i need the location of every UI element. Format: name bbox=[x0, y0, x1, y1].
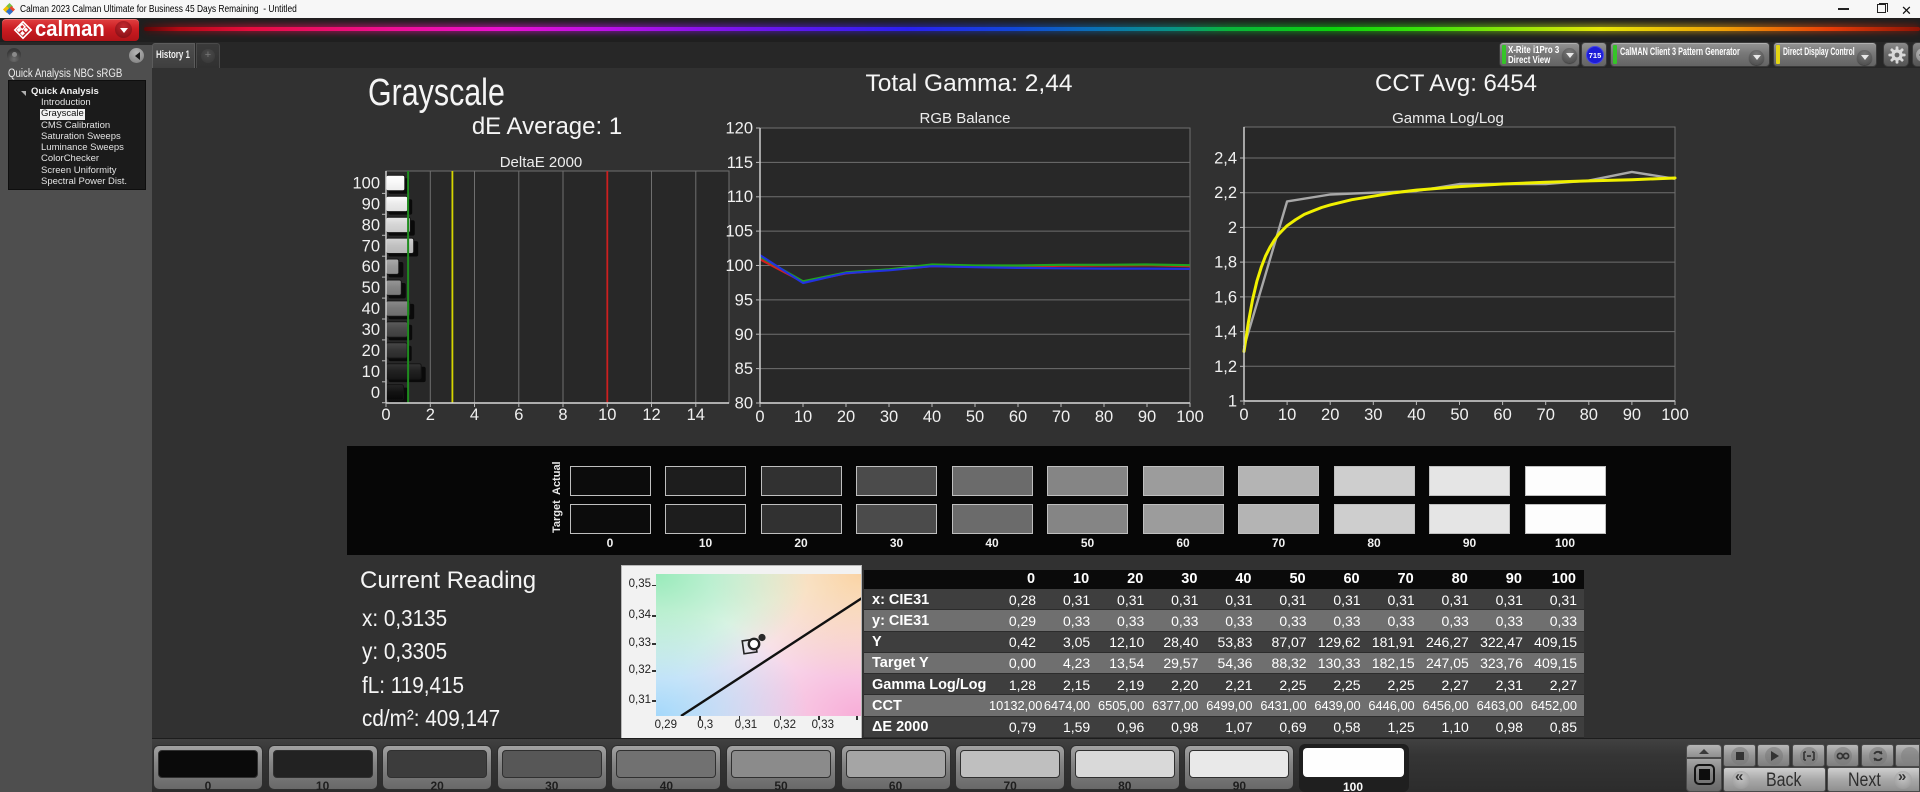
svg-text:100: 100 bbox=[352, 175, 380, 193]
svg-text:40: 40 bbox=[1407, 406, 1425, 424]
svg-text:80: 80 bbox=[1580, 406, 1598, 424]
svg-text:115: 115 bbox=[727, 154, 753, 172]
svg-text:105: 105 bbox=[725, 223, 753, 241]
svg-text:30: 30 bbox=[880, 408, 898, 426]
svg-text:1,6: 1,6 bbox=[1214, 288, 1237, 306]
svg-text:1: 1 bbox=[1228, 393, 1237, 411]
svg-text:4: 4 bbox=[470, 406, 479, 424]
svg-text:2: 2 bbox=[1228, 219, 1237, 237]
svg-text:90: 90 bbox=[1623, 406, 1641, 424]
svg-text:90: 90 bbox=[735, 326, 753, 344]
svg-text:12: 12 bbox=[642, 406, 660, 424]
svg-text:14: 14 bbox=[687, 406, 705, 424]
svg-text:90: 90 bbox=[362, 195, 380, 213]
svg-text:1,4: 1,4 bbox=[1214, 323, 1237, 341]
svg-text:60: 60 bbox=[362, 258, 380, 276]
svg-text:2,4: 2,4 bbox=[1214, 150, 1237, 168]
svg-text:40: 40 bbox=[923, 408, 941, 426]
svg-text:8: 8 bbox=[558, 406, 567, 424]
svg-text:30: 30 bbox=[362, 321, 380, 339]
svg-text:95: 95 bbox=[735, 291, 753, 309]
svg-text:0: 0 bbox=[755, 408, 764, 426]
svg-text:120: 120 bbox=[725, 120, 753, 138]
svg-text:110: 110 bbox=[727, 188, 753, 206]
svg-text:6: 6 bbox=[514, 406, 523, 424]
svg-text:2: 2 bbox=[426, 406, 435, 424]
svg-text:60: 60 bbox=[1493, 406, 1511, 424]
svg-text:80: 80 bbox=[735, 395, 753, 413]
svg-text:20: 20 bbox=[837, 408, 855, 426]
svg-text:10: 10 bbox=[598, 406, 616, 424]
svg-text:50: 50 bbox=[1450, 406, 1468, 424]
svg-text:80: 80 bbox=[362, 216, 380, 234]
svg-text:10: 10 bbox=[794, 408, 812, 426]
svg-text:60: 60 bbox=[1009, 408, 1027, 426]
svg-text:100: 100 bbox=[725, 257, 753, 275]
svg-text:2,2: 2,2 bbox=[1214, 184, 1237, 202]
svg-text:70: 70 bbox=[362, 237, 380, 255]
svg-text:1,2: 1,2 bbox=[1214, 358, 1237, 376]
svg-text:100: 100 bbox=[1661, 406, 1689, 424]
svg-text:10: 10 bbox=[1278, 406, 1296, 424]
svg-text:0: 0 bbox=[1239, 406, 1248, 424]
svg-text:10: 10 bbox=[362, 363, 380, 381]
svg-text:20: 20 bbox=[1321, 406, 1339, 424]
svg-text:50: 50 bbox=[362, 279, 380, 297]
svg-text:70: 70 bbox=[1052, 408, 1070, 426]
svg-text:1,8: 1,8 bbox=[1214, 254, 1237, 272]
svg-text:50: 50 bbox=[966, 408, 984, 426]
svg-text:40: 40 bbox=[362, 300, 380, 318]
svg-text:80: 80 bbox=[1095, 408, 1113, 426]
svg-text:70: 70 bbox=[1537, 406, 1555, 424]
svg-text:0: 0 bbox=[381, 406, 390, 424]
svg-text:100: 100 bbox=[1176, 408, 1204, 426]
svg-text:20: 20 bbox=[362, 342, 380, 360]
svg-text:90: 90 bbox=[1138, 408, 1156, 426]
svg-text:30: 30 bbox=[1364, 406, 1382, 424]
svg-text:0: 0 bbox=[371, 384, 380, 402]
svg-text:85: 85 bbox=[735, 360, 753, 378]
